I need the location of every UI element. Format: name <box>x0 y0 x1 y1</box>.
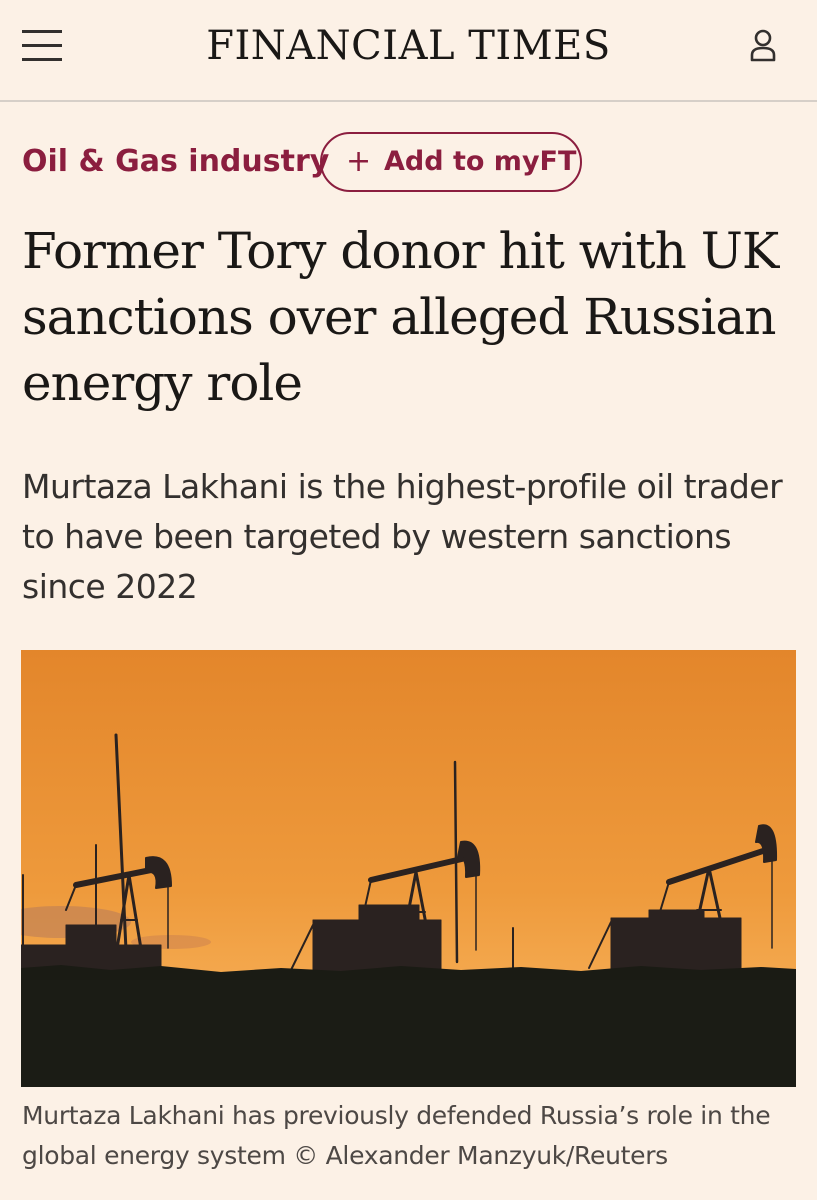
article-image <box>21 650 796 1087</box>
topic-row: Oil & Gas industry + Add to myFT <box>22 132 802 194</box>
user-icon[interactable] <box>747 28 779 62</box>
article-headline: Former Tory donor hit with UK sanctions … <box>22 222 779 412</box>
add-to-myft-label: Add to myFT <box>384 146 577 177</box>
masthead-logo[interactable]: FINANCIAL TIMES <box>150 18 667 74</box>
image-caption: Murtaza Lakhani has previously defended … <box>22 1101 771 1170</box>
site-header: FINANCIAL TIMES <box>0 0 817 102</box>
plus-icon: + <box>346 144 372 179</box>
hamburger-menu-icon[interactable] <box>22 28 62 64</box>
article-standfirst: Murtaza Lakhani is the highest-profile o… <box>22 467 783 606</box>
add-to-myft-button[interactable]: + Add to myFT <box>320 132 582 192</box>
topic-link[interactable]: Oil & Gas industry <box>22 142 329 182</box>
